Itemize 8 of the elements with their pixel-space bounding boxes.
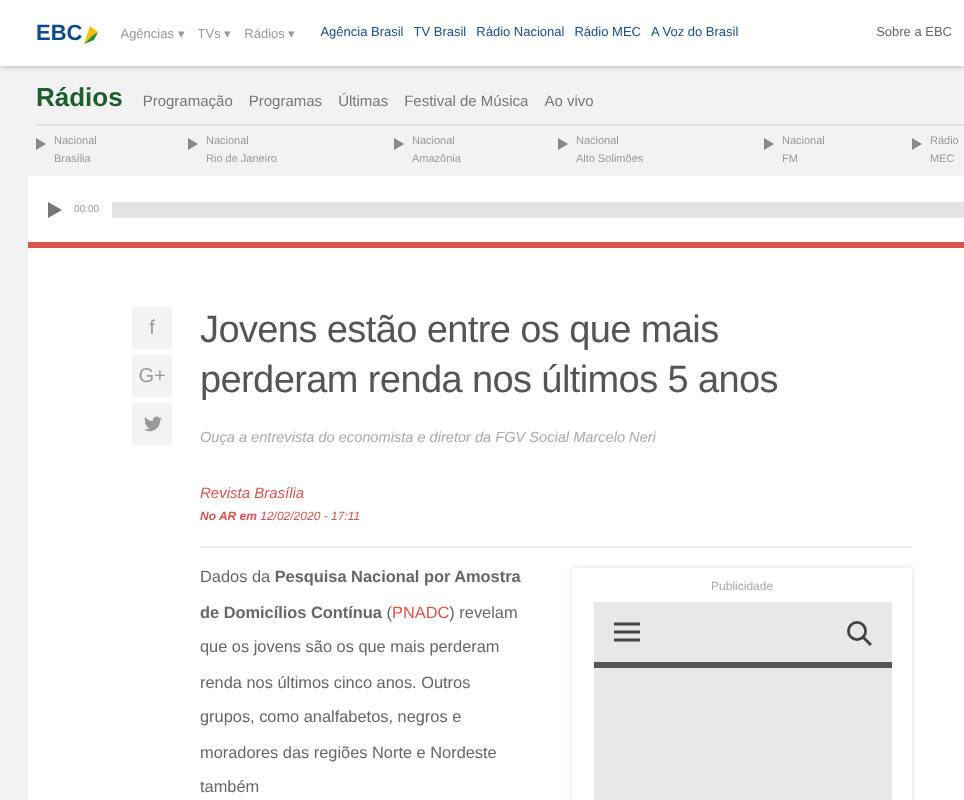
logo-text: EBC (36, 21, 83, 45)
pnadc-link[interactable]: PNADC (392, 603, 450, 621)
section-title: Rádios (36, 82, 123, 112)
ebc-logo[interactable]: EBC (36, 21, 101, 45)
share-button[interactable]: f (132, 306, 172, 350)
article-title: Jovens estão entre os que mais perderam renda nos últimos 5 anos (200, 308, 780, 406)
share-button[interactable]: G+ (132, 354, 172, 398)
article-paragraph: Dados da Pesquisa Nacional por Amostra de Domicílios Contínua (PNADC) revelam que os jovens são os que mais perderam renda nos últimos cinco anos. Outros grupos, como analfabetos, negros e moradores das regiões Norte e Nordeste também (200, 566, 523, 800)
